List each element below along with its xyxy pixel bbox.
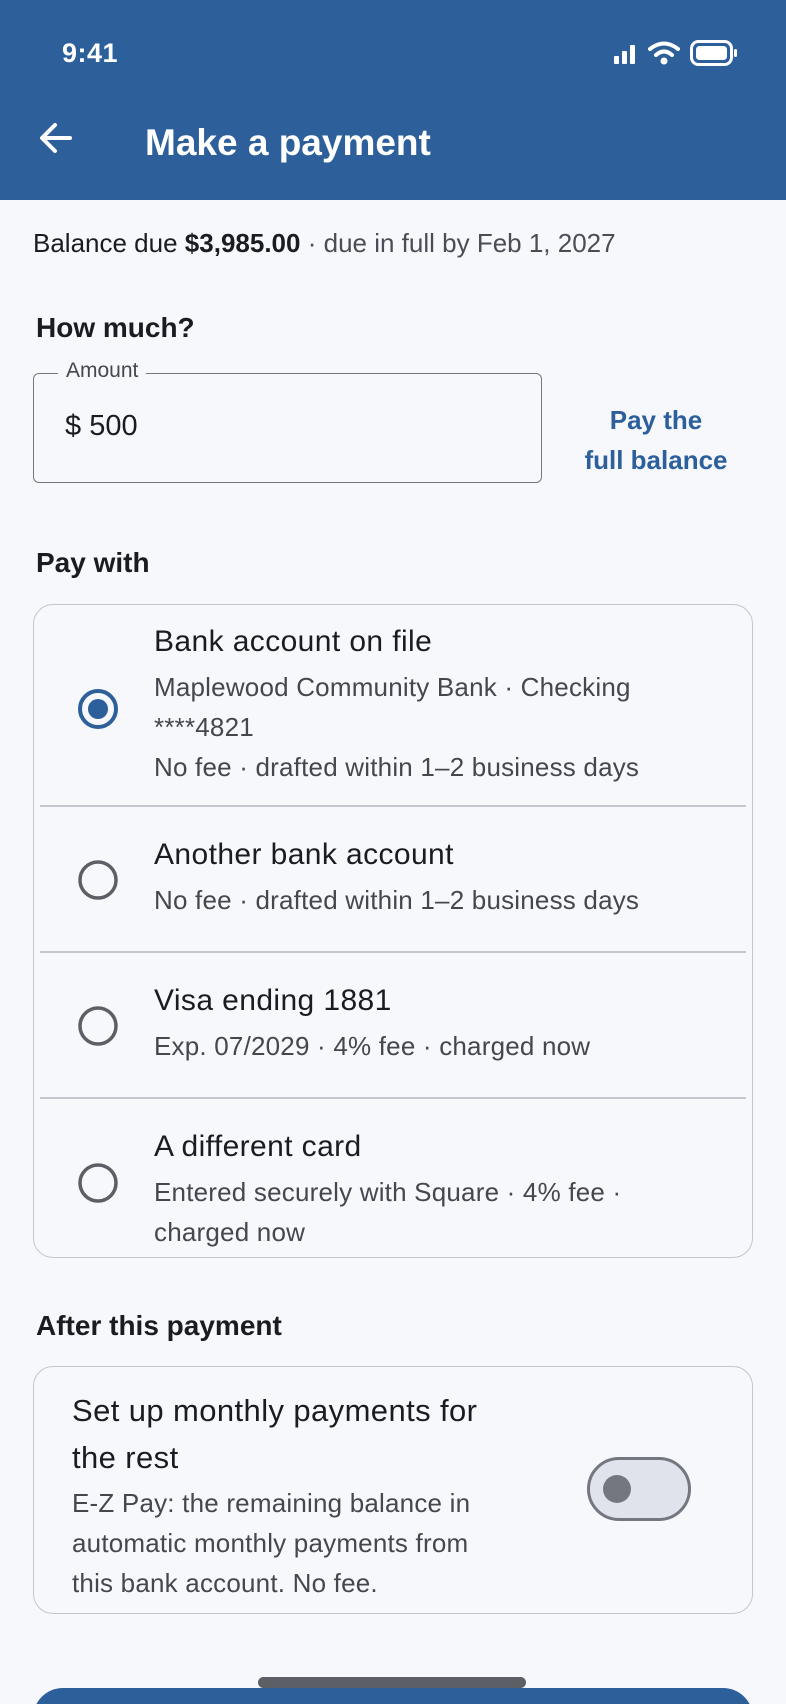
amount-value[interactable]: $ 500	[65, 410, 138, 443]
payment-method-list: Bank account on file Maplewood Community…	[33, 604, 753, 1258]
status-icons	[614, 40, 738, 66]
ez-pay-title: Set up monthly payments for the rest	[72, 1387, 542, 1481]
balance-summary: Balance due $3,985.00 · due in full by F…	[33, 228, 616, 259]
ez-pay-title-line2: the rest	[72, 1440, 179, 1475]
continue-button[interactable]	[33, 1688, 753, 1704]
radio-unselected-icon[interactable]	[76, 1161, 120, 1205]
option-detail: Exp. 07/2029 · 4% fee · charged now	[154, 1031, 591, 1061]
pay-with-heading: Pay with	[36, 547, 150, 578]
ez-pay-card: Set up monthly payments for the rest E-Z…	[33, 1366, 753, 1614]
currency-symbol: $	[65, 410, 82, 442]
app-bar: 9:41 Make a payment	[0, 0, 786, 200]
option-account-mask: ****4821	[154, 712, 254, 742]
ez-pay-description: E-Z Pay: the remaining balance in automa…	[72, 1483, 542, 1603]
pay-full-balance-line1: Pay the	[609, 405, 703, 435]
amount-input-value[interactable]: 500	[89, 410, 137, 442]
battery-icon	[690, 40, 737, 66]
after-payment-heading: After this payment	[36, 1310, 282, 1341]
balance-due-text: due in full by Feb 1, 2027	[323, 228, 616, 258]
option-detail: Maplewood Community Bank · Checking	[154, 672, 631, 702]
radio-selected-icon[interactable]	[76, 687, 120, 731]
signal-icon	[614, 45, 635, 64]
payment-option-bank-on-file[interactable]: Bank account on file Maplewood Community…	[34, 605, 752, 805]
option-detail-cont: charged now	[154, 1217, 306, 1247]
ez-pay-desc-line1: E-Z Pay: the remaining balance in	[72, 1488, 471, 1518]
balance-separator: ·	[307, 228, 317, 258]
radio-unselected-icon[interactable]	[76, 858, 120, 902]
option-fee: No fee · drafted within 1–2 business day…	[154, 885, 640, 915]
ez-pay-title-line1: Set up monthly payments for	[72, 1393, 478, 1428]
option-title: Another bank account	[154, 838, 454, 871]
pay-full-balance-line2: full balance	[584, 445, 728, 475]
ez-pay-desc-line2: automatic monthly payments from	[72, 1528, 469, 1558]
payment-option-different-card[interactable]: A different card Entered securely with S…	[34, 1098, 752, 1258]
ez-pay-toggle[interactable]	[587, 1457, 691, 1521]
balance-amount: $3,985.00	[184, 228, 301, 258]
pay-full-balance-button[interactable]: Pay the full balance	[572, 400, 740, 480]
wifi-icon	[648, 41, 680, 65]
option-title: Bank account on file	[154, 625, 433, 658]
option-detail: Entered securely with Square · 4% fee ·	[154, 1177, 622, 1207]
page-title: Make a payment	[145, 122, 431, 163]
arrow-back-icon	[40, 123, 72, 153]
toggle-knob	[603, 1475, 631, 1503]
home-indicator[interactable]	[258, 1677, 526, 1688]
option-title: Visa ending 1881	[154, 984, 392, 1017]
status-time: 9:41	[62, 38, 119, 68]
amount-field[interactable]: Amount $ 500	[33, 359, 542, 483]
radio-unselected-icon[interactable]	[76, 1004, 120, 1048]
ez-pay-desc-line3: this bank account. No fee.	[72, 1568, 378, 1598]
option-fee: No fee · drafted within 1–2 business day…	[154, 752, 640, 782]
balance-label: Balance due	[33, 228, 178, 258]
payment-option-visa-1881[interactable]: Visa ending 1881 Exp. 07/2029 · 4% fee ·…	[34, 952, 752, 1097]
how-much-heading: How much?	[36, 312, 195, 343]
amount-field-label: Amount	[58, 359, 147, 383]
option-title: A different card	[154, 1130, 362, 1163]
payment-option-another-bank[interactable]: Another bank account No fee · drafted wi…	[34, 806, 752, 951]
back-button[interactable]	[36, 118, 76, 158]
